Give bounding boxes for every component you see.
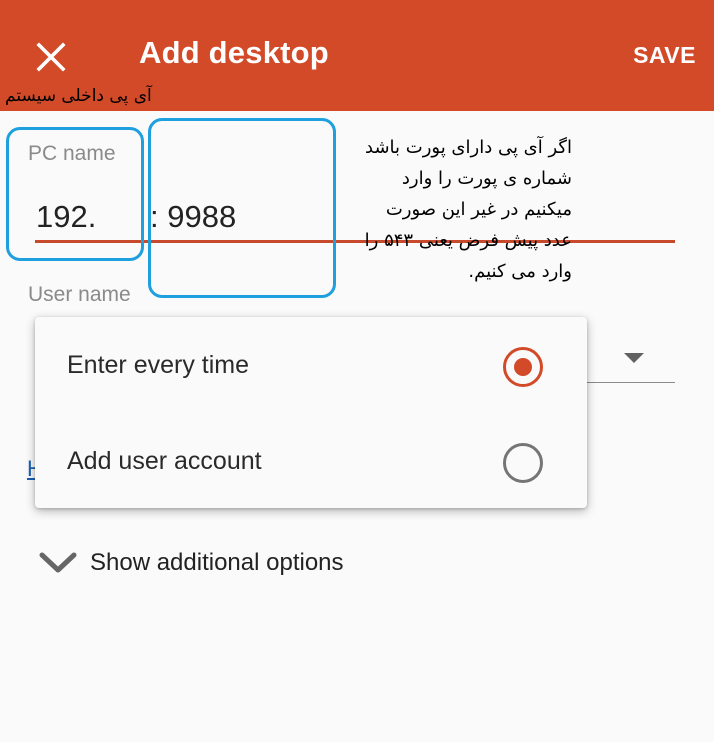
menu-item-label: Enter every time (67, 351, 250, 379)
annotation-line: عدد پیش فرض یعنی ۵۴۳ را (364, 230, 572, 251)
menu-item-enter-every-time[interactable]: Enter every time (35, 319, 587, 413)
user-name-underline (580, 382, 675, 383)
close-icon (36, 42, 66, 72)
annotation-line: شماره ی پورت را وارد (401, 168, 572, 189)
show-additional-options-label: Show additional options (90, 549, 344, 576)
page-title: Add desktop (139, 35, 329, 70)
annotation-internal-ip: آی پی داخلی سیستم (5, 86, 152, 106)
annotation-ip-box (6, 127, 144, 261)
annotation-line: میکنیم در غیر این صورت (385, 199, 572, 220)
show-additional-options[interactable]: Show additional options (38, 540, 344, 586)
save-button[interactable]: SAVE (633, 42, 696, 69)
dropdown-arrow-icon[interactable] (624, 353, 644, 363)
annotation-line: اگر آی پی دارای پورت باشد (365, 137, 572, 158)
menu-item-label: Add user account (67, 447, 262, 475)
user-account-menu: Enter every time Add user account (35, 317, 587, 508)
radio-unselected-icon[interactable] (503, 443, 543, 483)
close-button[interactable] (28, 34, 74, 80)
chevron-down-icon (39, 552, 77, 573)
radio-selected-icon[interactable] (503, 347, 543, 387)
annotation-port-explanation: اگر آی پی دارای پورت باشد شماره ی پورت ر… (340, 132, 572, 287)
annotation-line: وارد می کنیم. (468, 261, 572, 282)
user-name-label: User name (28, 283, 131, 306)
annotation-port-box (148, 118, 336, 298)
radio-dot (514, 358, 532, 376)
menu-item-add-user-account[interactable]: Add user account (35, 415, 587, 509)
